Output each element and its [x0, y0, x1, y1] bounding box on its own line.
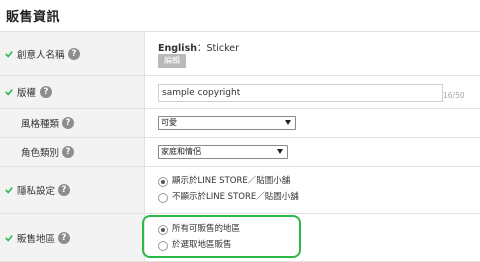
check-icon — [5, 234, 13, 242]
creator-name-language: English — [158, 43, 197, 54]
help-icon[interactable]: ? — [68, 47, 80, 60]
section-title: 販售資訊 — [6, 10, 61, 25]
character-select[interactable]: 家庭和情侶 — [158, 145, 288, 159]
row-content: 可愛 — [158, 109, 480, 137]
row-content: 家庭和情侶 — [158, 138, 480, 166]
row-character: 角色類別 ? 家庭和情侶 — [0, 138, 480, 167]
privacy-label: 隱私設定 — [17, 186, 56, 197]
row-privacy: 隱私設定 ? 顯示於LINE STORE／貼圖小舖 不顯示於LINE STORE… — [0, 167, 480, 214]
style-label: 風格種類 — [21, 119, 60, 130]
help-icon[interactable]: ? — [58, 184, 70, 196]
check-icon — [5, 89, 13, 96]
creator-name-label: 創意人名稱 — [17, 49, 65, 61]
row-content: English：Sticker 編輯 — [158, 32, 480, 75]
check-icon — [5, 187, 13, 194]
copyright-label: 版權 — [17, 88, 37, 99]
help-icon[interactable]: ? — [62, 117, 74, 129]
row-label-cell: 風格種類 ? — [0, 109, 145, 137]
chevron-down-icon — [277, 149, 283, 154]
row-copyright: 版權 ? sample copyright 16/50 — [0, 76, 480, 109]
help-icon[interactable]: ? — [40, 86, 52, 98]
sales-info-page: 販售資訊 創意人名稱 ? English：Sticker 編輯 版權 ? sam… — [0, 0, 480, 262]
character-label: 角色類別 — [21, 148, 60, 159]
row-label-cell: 創意人名稱 ? — [0, 32, 145, 75]
edit-button[interactable]: 編輯 — [158, 54, 186, 68]
help-icon[interactable]: ? — [58, 231, 70, 244]
help-icon[interactable]: ? — [62, 146, 74, 158]
row-label-cell: 販售地區 ? — [0, 214, 145, 261]
style-select[interactable]: 可愛 — [158, 116, 296, 130]
radio-button[interactable] — [158, 193, 168, 203]
row-label-cell: 角色類別 ? — [0, 138, 145, 166]
region-label: 販售地區 — [17, 233, 56, 245]
creator-name-separator: ： — [196, 43, 207, 54]
radio-button[interactable] — [158, 177, 168, 187]
row-label-cell: 版權 ? — [0, 76, 145, 108]
row-content: 顯示於LINE STORE／貼圖小舖 不顯示於LINE STORE／貼圖小舖 — [158, 167, 480, 213]
character-selected-value: 家庭和情侶 — [161, 147, 201, 156]
radio-label: 顯示於LINE STORE／貼圖小舖 — [172, 176, 291, 186]
highlight-box — [142, 215, 301, 258]
chevron-down-icon — [285, 120, 291, 125]
check-icon — [5, 50, 13, 58]
style-selected-value: 可愛 — [161, 118, 177, 127]
copyright-input[interactable]: sample copyright — [158, 84, 443, 102]
row-label-cell: 隱私設定 ? — [0, 167, 145, 213]
character-counter: 16/50 — [443, 91, 465, 100]
radio-label: 不顯示於LINE STORE／貼圖小舖 — [172, 192, 299, 202]
row-style: 風格種類 ? 可愛 — [0, 109, 480, 138]
creator-name-text: Sticker — [206, 43, 240, 54]
row-creator-name: 創意人名稱 ? English：Sticker 編輯 — [0, 32, 480, 76]
row-content: sample copyright 16/50 — [158, 76, 480, 108]
creator-name-value: English：Sticker — [158, 40, 239, 54]
